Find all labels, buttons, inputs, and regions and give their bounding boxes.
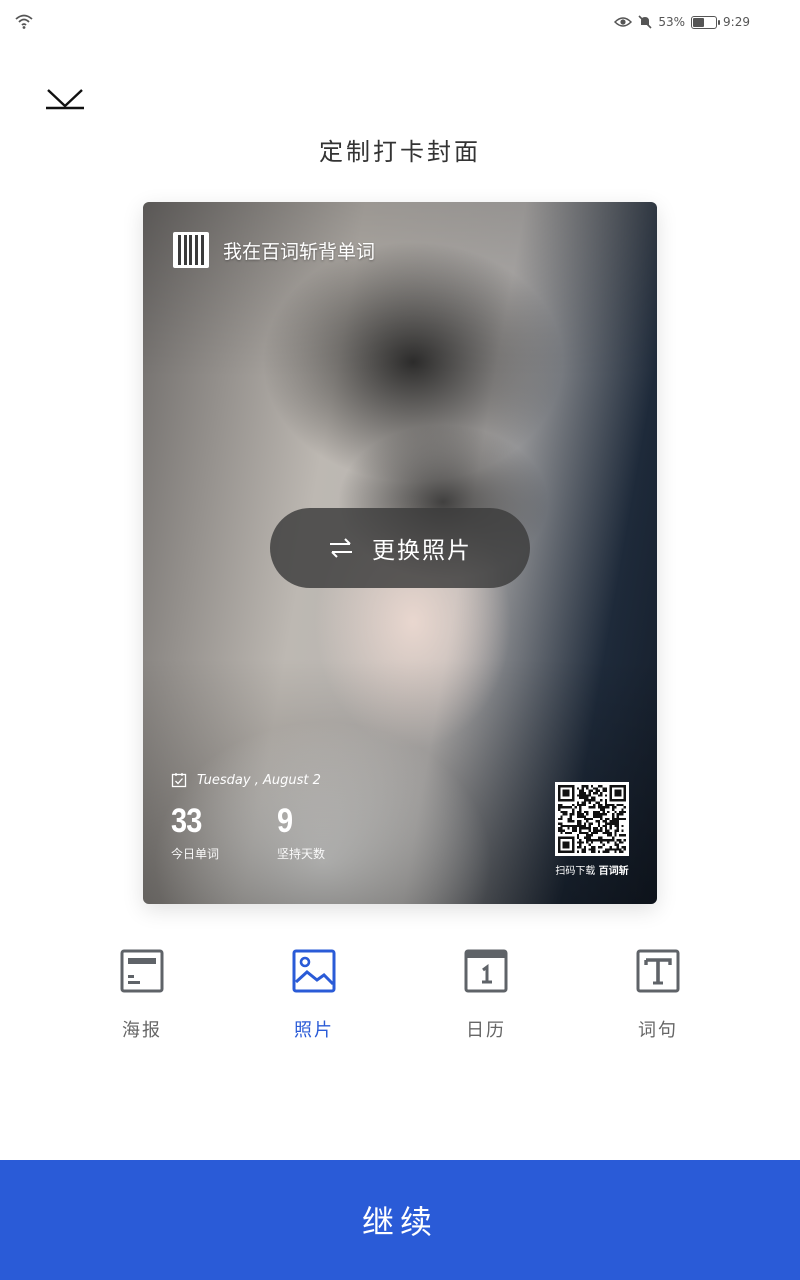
clock: 9:29 [723,15,750,29]
battery-percent: 53% [658,15,686,29]
wifi-icon [15,14,33,29]
tab-poster[interactable]: 海报 [82,948,202,1042]
streak-days-label: 坚持天数 [277,847,326,861]
page-title: 定制打卡封面 [319,138,481,166]
date-row: Tuesday , August 2 [171,772,321,788]
brand-text: 我在百词斩背单词 [223,240,376,263]
streak-days-value: 9 [277,802,293,840]
tab-quote-label: 词句 [638,1020,678,1041]
tab-quote[interactable]: 词句 [598,948,718,1042]
collapse-button[interactable] [44,84,86,114]
qr-block: 扫码下载 百词斩 [555,782,629,877]
qr-caption: 扫码下载 百词斩 [555,862,628,877]
streak-days-stat: 9 坚持天数 [277,802,325,862]
change-photo-label: 更换照片 [372,538,472,564]
eye-icon [614,17,633,27]
date-text: Tuesday , August 2 [197,772,321,788]
battery-icon [691,15,721,29]
today-words-label: 今日单词 [171,847,220,861]
qr-caption-brand: 百词斩 [598,866,629,877]
swap-icon [330,538,352,558]
change-photo-button[interactable]: 更换照片 [270,508,530,588]
tab-poster-label: 海报 [122,1020,162,1041]
brand-row: 我在百词斩背单词 [173,232,375,268]
status-bar: 53% 9:29 [0,0,800,44]
text-icon [636,949,680,993]
today-words-value: 33 [171,802,202,840]
poster-icon [120,949,164,993]
qr-code-icon [555,782,629,856]
battery-fill [693,17,704,27]
continue-button[interactable]: 继续 [0,1160,800,1280]
checkbox-icon [171,773,187,788]
baicizhan-logo-icon [173,232,209,268]
image-icon [292,949,336,993]
calendar-icon [464,949,508,993]
qr-caption-prefix: 扫码下载 [555,866,596,877]
mute-bell-icon [638,15,652,29]
tab-photo[interactable]: 照片 [254,948,374,1042]
today-words-stat: 33 今日单词 [171,802,219,862]
tab-calendar[interactable]: 日历 [426,948,546,1042]
tab-calendar-label: 日历 [466,1020,506,1041]
tab-photo-label: 照片 [294,1020,334,1041]
cover-preview-card: 我在百词斩背单词 更换照片 Tuesday , August 2 33 今日单词… [143,202,657,904]
